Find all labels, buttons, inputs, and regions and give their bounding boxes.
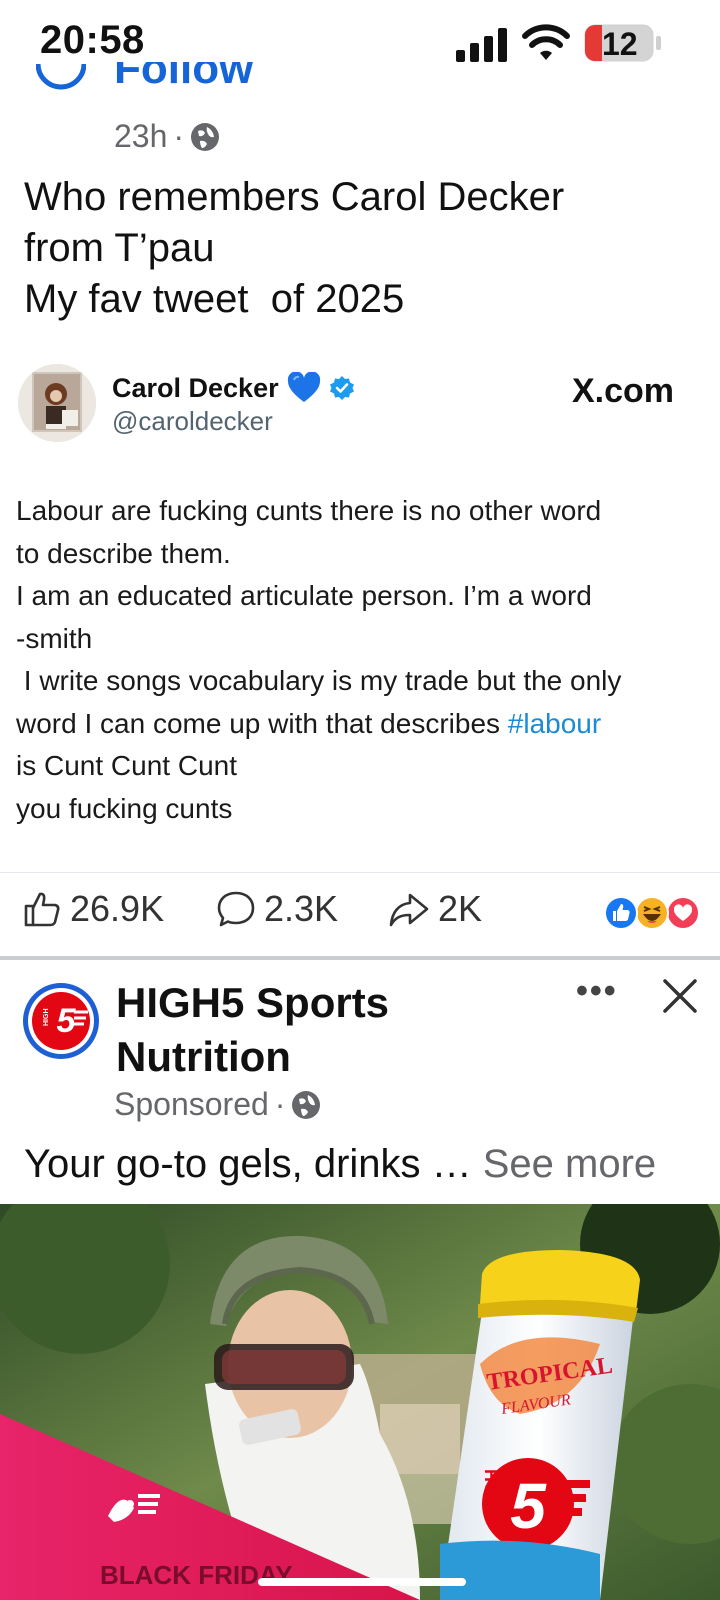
tweet-line: you fucking cunts [16,792,233,824]
ad-text: Your go-to gels, drinks … See more [24,1142,656,1187]
tweet-line: I am an educated articulate person. I’m … [16,580,592,611]
tweet-line: to describe them. [16,537,231,569]
cellular-signal-icon [456,28,507,62]
more-options-button[interactable]: ••• [576,972,618,1011]
tweet-line: -smith [16,622,93,654]
thumbs-up-icon [24,892,60,927]
ad-page-name[interactable]: HIGH5 Sports Nutrition [116,976,546,1084]
brand-mark: HIGH [482,1469,502,1514]
sponsored-label[interactable]: Sponsored [114,1086,269,1123]
tweet-line: I write songs vocabulary is my trade but… [16,665,622,696]
feed-divider [0,956,720,960]
globe-icon [292,1090,321,1119]
hashtag-link[interactable]: #labour [508,708,601,739]
svg-text:5: 5 [57,1002,77,1040]
like-count: 26.9K [70,888,165,929]
like-button[interactable]: 26.9K [22,888,164,930]
ad-page-logo[interactable]: 5 HIGH [22,982,100,1060]
post-text-line: from T’pau [24,226,215,270]
tweet-source[interactable]: X.com [572,372,674,411]
tweet-author-name: Carol Decker [112,372,279,403]
like-reaction-icon [604,896,638,930]
share-icon [389,893,429,927]
tweet-handle[interactable]: @caroldecker [112,406,273,437]
close-icon[interactable] [662,978,698,1014]
tweet-avatar[interactable] [18,364,96,442]
see-more-link[interactable]: See more [483,1142,656,1186]
tweet-author[interactable]: Carol Decker [112,372,355,404]
ad-meta: Sponsored · [114,1086,321,1123]
svg-text:5: 5 [510,1470,547,1542]
svg-text:HIGH: HIGH [43,1009,50,1027]
tweet-line-text: word I can come up with that describes [16,707,508,739]
blue-heart-icon [287,372,320,402]
meta-separator: · [274,1086,286,1122]
page-avatar[interactable] [36,64,86,94]
tweet-line-with-hashtag: word I can come up with that describes #… [16,703,706,746]
globe-icon [191,122,220,151]
ad-name-line: HIGH5 Sports [116,979,390,1026]
comment-count: 2.3K [264,888,339,929]
tweet-line: is Cunt Cunt Cunt [16,750,237,781]
comment-icon [217,891,255,927]
battery-level: 12 [602,26,638,62]
ad-image[interactable]: TROPICAL FLAVOUR 5 HIGH BLACK FRIDAY [0,1204,720,1600]
haha-reaction-icon [635,896,669,930]
post-meta: 23h · [114,118,220,155]
divider [0,872,720,873]
post-time[interactable]: 23h [114,118,167,155]
reaction-summary[interactable] [604,896,700,930]
share-count: 2K [438,888,483,929]
tweet-body: Labour are fucking cunts there is no oth… [16,490,706,830]
post-text-line: My fav tweet of 2025 [24,277,405,321]
home-indicator[interactable] [258,1578,466,1586]
status-time: 20:58 [40,18,145,62]
love-reaction-icon [666,896,700,930]
post-text-line: Who remembers Carol Decker [24,175,565,219]
follow-button[interactable]: Follow [114,62,253,108]
verified-badge-icon [329,376,354,400]
ad-text-body: Your go-to gels, drinks … [24,1142,483,1186]
tweet-line: Labour are fucking cunts there is no oth… [16,495,602,526]
meta-separator: · [173,118,185,154]
battery-icon: 12 [584,24,662,62]
wifi-icon [522,24,570,60]
share-button[interactable]: 2K [388,888,482,930]
comment-button[interactable]: 2.3K [216,888,338,930]
ad-name-line: Nutrition [116,1033,291,1080]
post-text: Who remembers Carol Decker from T’pau My… [24,172,694,325]
